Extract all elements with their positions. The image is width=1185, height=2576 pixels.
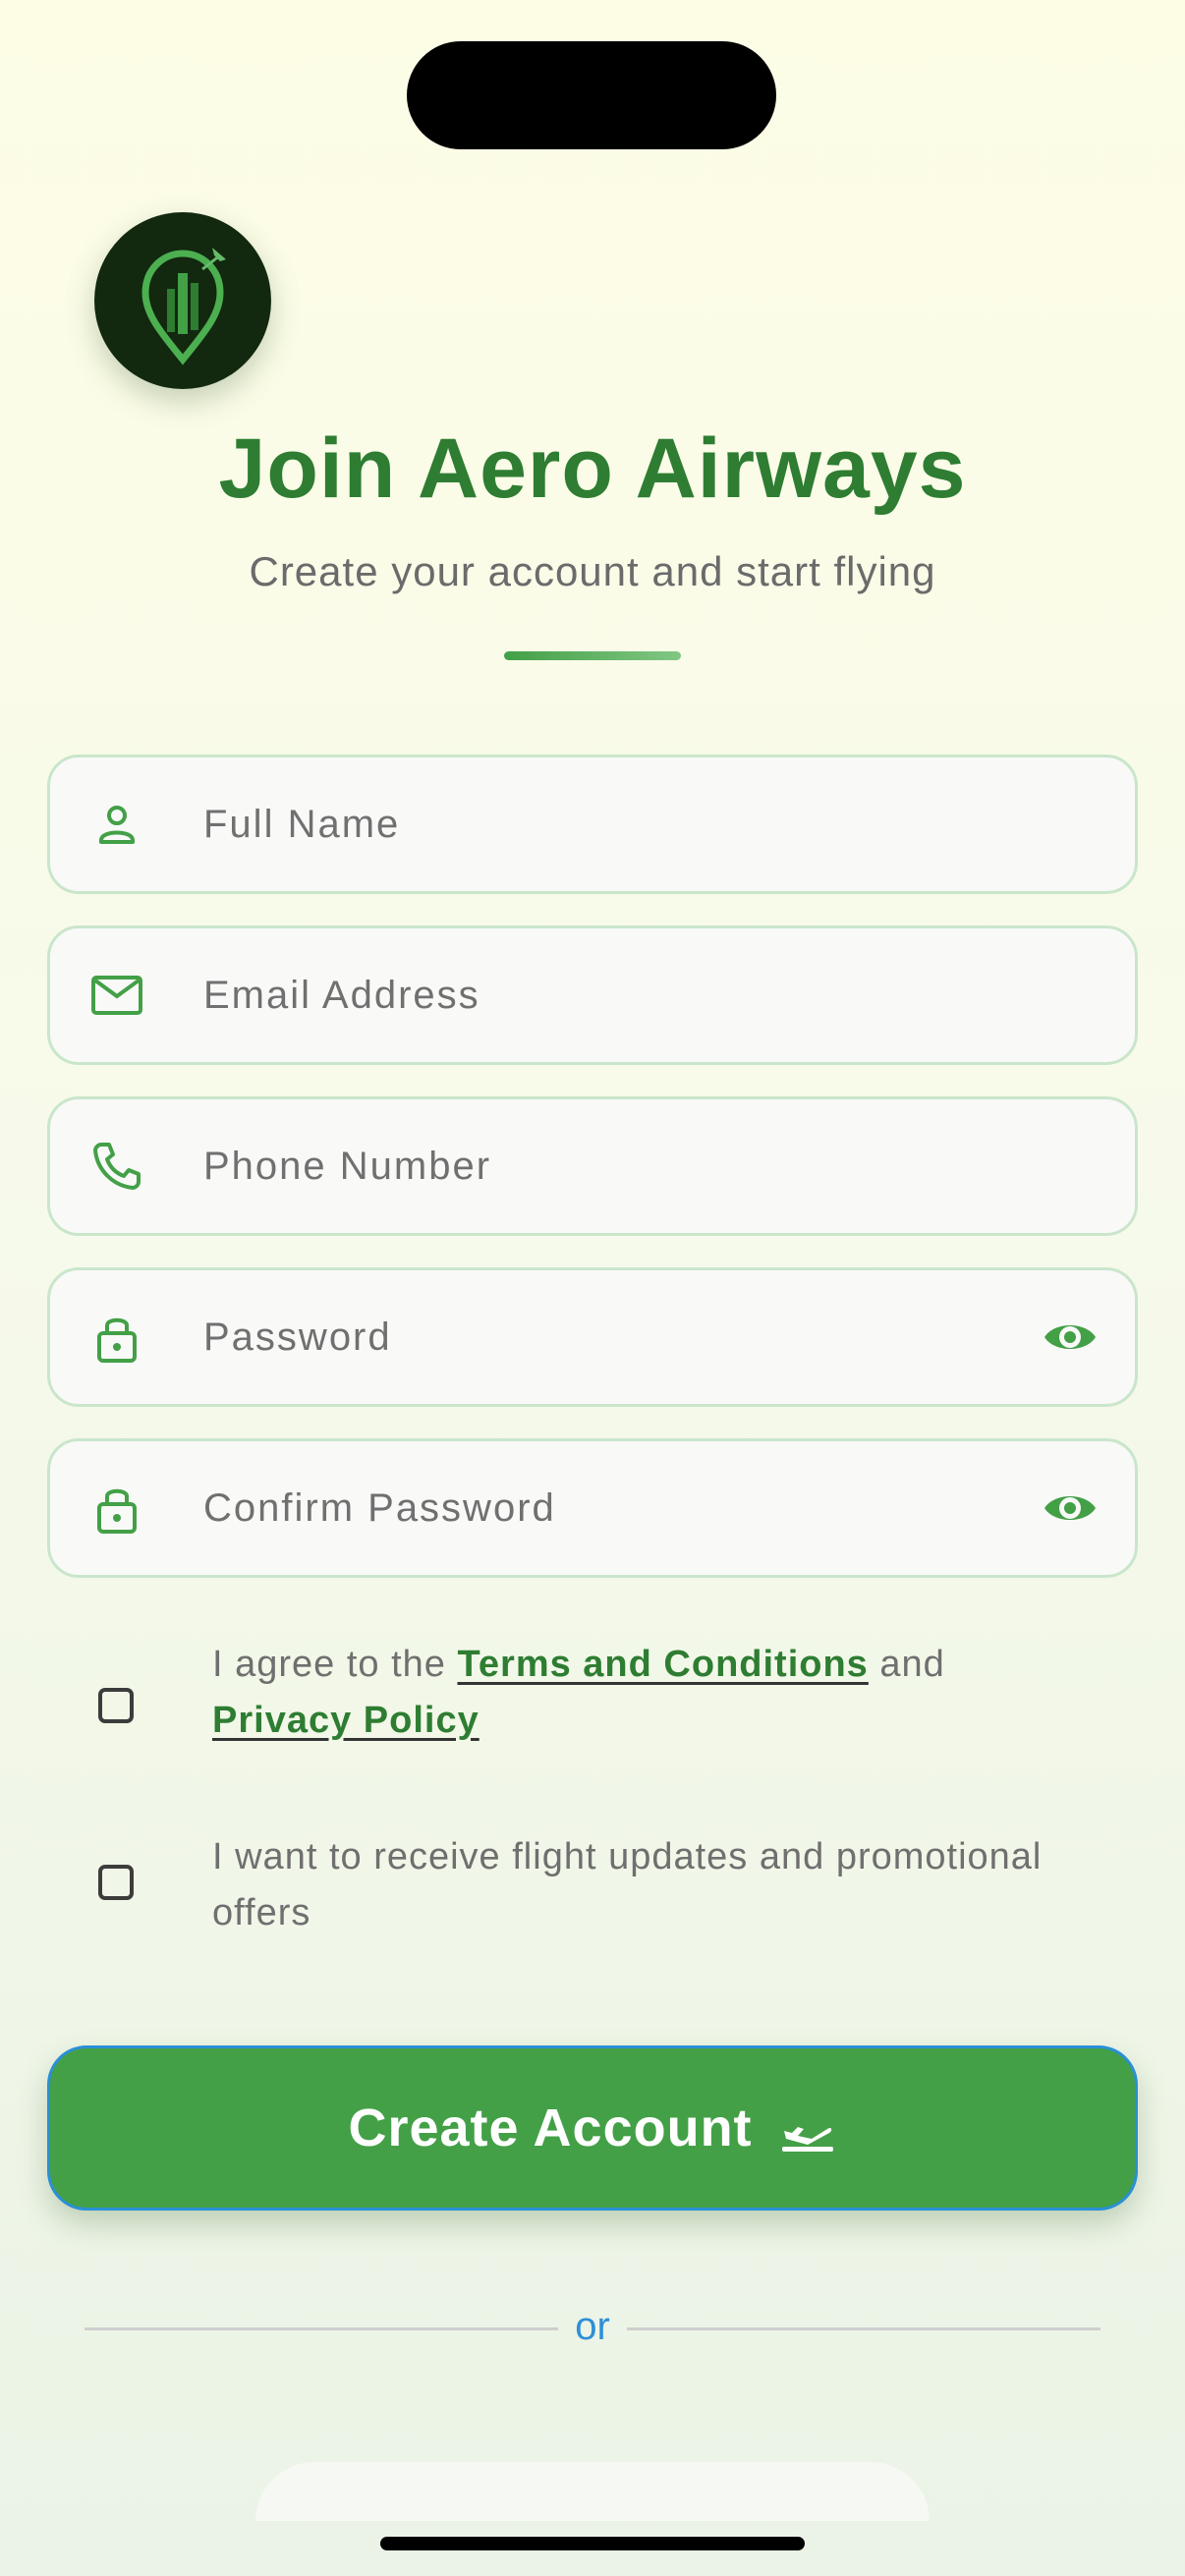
phone-placeholder: Phone Number xyxy=(203,1145,492,1188)
password-placeholder: Password xyxy=(203,1316,392,1359)
confirm-password-field[interactable]: Confirm Password xyxy=(47,1438,1138,1578)
lock-icon xyxy=(97,1317,137,1363)
divider-or-text: or xyxy=(575,2305,610,2348)
location-pin-building-icon xyxy=(141,248,226,365)
terms-text: I agree to the Terms and Conditions and … xyxy=(212,1637,1116,1749)
create-account-label: Create Account xyxy=(348,2099,753,2157)
email-placeholder: Email Address xyxy=(203,974,480,1017)
privacy-policy-link[interactable]: Privacy Policy xyxy=(212,1700,480,1741)
terms-prefix: I agree to the xyxy=(212,1644,446,1685)
camera-notch xyxy=(407,41,776,149)
email-field[interactable]: Email Address xyxy=(47,925,1138,1065)
mail-icon xyxy=(91,976,142,1015)
app-logo xyxy=(94,212,271,389)
full-name-field[interactable]: Full Name xyxy=(47,755,1138,894)
eye-icon[interactable] xyxy=(1041,1310,1100,1365)
divider-line-right xyxy=(627,2327,1100,2330)
title-accent-bar xyxy=(504,651,681,660)
create-account-button[interactable]: Create Account xyxy=(47,2045,1138,2211)
page-title: Join Aero Airways xyxy=(218,421,967,516)
confirm-password-placeholder: Confirm Password xyxy=(203,1486,556,1530)
phone-field[interactable]: Phone Number xyxy=(47,1096,1138,1236)
social-signin-card[interactable] xyxy=(255,2462,930,2521)
terms-middle: and xyxy=(879,1644,945,1685)
terms-checkbox[interactable] xyxy=(98,1688,134,1723)
eye-icon[interactable] xyxy=(1041,1481,1100,1536)
page-subtitle: Create your account and start flying xyxy=(249,548,936,594)
terms-link[interactable]: Terms and Conditions xyxy=(458,1644,869,1685)
full-name-placeholder: Full Name xyxy=(203,803,401,846)
person-icon xyxy=(99,806,135,844)
promo-checkbox[interactable] xyxy=(98,1865,134,1900)
home-indicator xyxy=(380,2537,805,2550)
lock-icon xyxy=(97,1488,137,1534)
divider-line-left xyxy=(85,2327,558,2330)
flight-takeoff-icon xyxy=(781,2127,833,2152)
promo-text: I want to receive flight updates and pro… xyxy=(212,1836,1043,1933)
password-field[interactable]: Password xyxy=(47,1267,1138,1407)
phone-icon xyxy=(93,1143,141,1190)
